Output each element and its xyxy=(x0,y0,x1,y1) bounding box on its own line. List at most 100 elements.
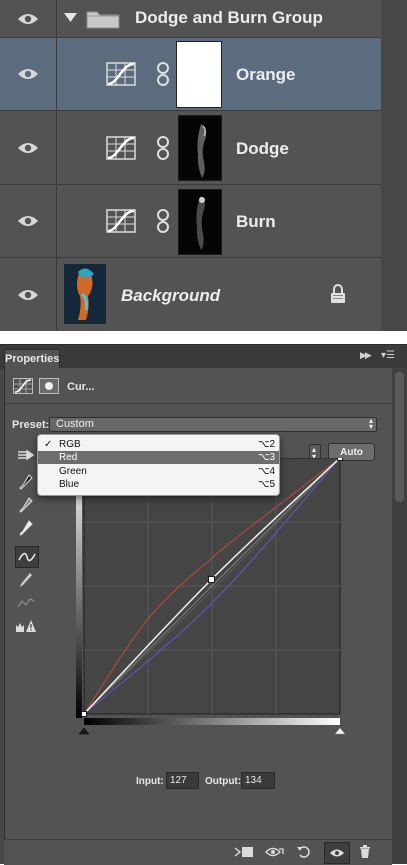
layer-row-background[interactable]: Background xyxy=(0,258,381,331)
on-image-adjust-tool[interactable] xyxy=(15,445,37,465)
gray-point-eyedropper[interactable] xyxy=(15,495,37,515)
output-label: Output: xyxy=(205,776,242,787)
pencil-icon xyxy=(20,573,32,587)
lock-icon xyxy=(331,284,345,303)
menu-item-label: RGB xyxy=(59,439,81,450)
preset-label: Preset: xyxy=(12,419,50,431)
layer-row-orange[interactable]: Orange xyxy=(0,38,381,111)
visibility-toggle[interactable] xyxy=(0,258,57,331)
eye-icon xyxy=(18,289,38,300)
chain-link-icon[interactable] xyxy=(156,209,170,233)
properties-bottom-toolbar xyxy=(4,839,392,865)
disclosure-triangle-icon[interactable] xyxy=(64,13,77,23)
layer-group-name: Dodge and Burn Group xyxy=(135,8,323,27)
menu-item-label: Red xyxy=(59,452,78,463)
input-label: Input: xyxy=(136,776,164,787)
menu-item-label: Green xyxy=(59,466,87,477)
reset-button[interactable] xyxy=(294,845,314,859)
curves-header-icon xyxy=(13,378,33,394)
collapse-panel-icon[interactable]: ▶▶ xyxy=(360,350,372,361)
menu-item-shortcut: ⌥5 xyxy=(258,479,276,490)
folder-icon xyxy=(86,11,120,29)
edit-points-tool[interactable] xyxy=(15,546,39,568)
smooth-icon xyxy=(17,598,35,608)
chain-link-icon[interactable] xyxy=(156,62,170,86)
white-point-eyedropper[interactable] xyxy=(15,518,37,538)
eye-icon xyxy=(18,142,38,153)
visibility-toggle[interactable] xyxy=(0,0,57,37)
menu-item-shortcut: ⌥4 xyxy=(258,466,276,477)
trash-icon xyxy=(360,845,370,858)
panel-tab-bar: Properties ▶▶ ▾☰ xyxy=(0,344,407,369)
properties-title: Cur... xyxy=(67,381,95,393)
layer-row-burn[interactable]: Burn xyxy=(0,185,381,258)
curve-control-point[interactable] xyxy=(337,458,343,461)
visibility-toggle[interactable] xyxy=(0,185,57,257)
smooth-curve-tool[interactable] xyxy=(15,593,37,613)
chain-link-icon[interactable] xyxy=(156,136,170,160)
curves-graph[interactable] xyxy=(76,458,348,764)
menu-item-label: Blue xyxy=(59,479,80,490)
layer-mask-thumbnail[interactable] xyxy=(178,115,222,181)
menu-item-shortcut: ⌥2 xyxy=(258,439,276,450)
channel-popup-menu: ✓ RGB ⌥2 Red ⌥3 Green ⌥4 Blue ⌥5 xyxy=(37,434,280,496)
toggle-visibility-button[interactable] xyxy=(324,842,350,864)
eye-icon xyxy=(18,69,38,79)
preset-dropdown[interactable]: Custom ▴ ▾ xyxy=(49,417,377,432)
view-previous-state-button[interactable] xyxy=(264,845,286,859)
curve-wave-icon xyxy=(18,552,36,562)
eye-previous-icon xyxy=(265,847,284,857)
white-point-slider[interactable] xyxy=(334,727,346,735)
curves-adjustment-icon xyxy=(106,136,136,160)
layer-name: Dodge xyxy=(236,139,289,158)
layer-name: Background xyxy=(121,286,221,305)
mask-circle-icon xyxy=(45,382,53,390)
curve-control-point[interactable] xyxy=(81,711,87,717)
eye-icon xyxy=(330,849,344,857)
eye-icon xyxy=(18,216,38,226)
clipping-warning-icon xyxy=(16,620,36,632)
panel-menu-icon[interactable]: ▾☰ xyxy=(381,350,395,361)
eyedropper-icon xyxy=(19,474,33,490)
visibility-toggle[interactable] xyxy=(0,111,57,184)
curve-control-point[interactable] xyxy=(207,575,215,583)
curves-adjustment-icon xyxy=(106,209,136,233)
clipping-warning-tool[interactable] xyxy=(15,616,37,636)
tab-properties[interactable]: Properties xyxy=(4,349,60,369)
layers-scrollbar[interactable] xyxy=(381,0,407,331)
clip-to-layer-button[interactable] xyxy=(233,845,255,859)
eye-icon xyxy=(18,13,38,24)
output-field[interactable]: 134 xyxy=(241,772,275,789)
layer-thumbnail[interactable] xyxy=(64,264,106,324)
checkmark: ✓ xyxy=(44,439,53,450)
menu-item-rgb[interactable]: ✓ RGB ⌥2 xyxy=(38,438,279,451)
menu-item-green[interactable]: Green ⌥4 xyxy=(38,465,279,478)
scrollbar-thumb[interactable] xyxy=(395,372,404,502)
eyedropper-icon xyxy=(19,520,33,536)
hand-pointer-icon xyxy=(18,449,35,461)
visibility-toggle[interactable] xyxy=(0,38,57,110)
curves-adjustment-icon xyxy=(106,62,136,86)
delete-button[interactable] xyxy=(356,845,374,859)
layer-name: Orange xyxy=(236,65,296,84)
properties-panel: Properties ▶▶ ▾☰ Cur... Preset: Custom ▴… xyxy=(0,344,407,865)
layer-group-row[interactable]: Dodge and Burn Group xyxy=(0,0,381,38)
preset-value: Custom xyxy=(56,418,94,430)
menu-item-blue[interactable]: Blue ⌥5 xyxy=(38,478,279,491)
black-point-slider[interactable] xyxy=(78,727,90,735)
layer-name: Burn xyxy=(236,212,276,231)
black-point-eyedropper[interactable] xyxy=(15,472,37,492)
layers-panel: Dodge and Burn Group Orange Dodge Burn B… xyxy=(0,0,381,331)
curves-icon xyxy=(14,379,32,393)
draw-pencil-tool[interactable] xyxy=(15,570,37,590)
menu-item-shortcut: ⌥3 xyxy=(258,452,276,463)
mask-header-icon[interactable] xyxy=(39,378,59,394)
header-divider xyxy=(5,403,393,404)
eyedropper-icon xyxy=(19,497,33,513)
layer-mask-thumbnail[interactable] xyxy=(176,41,222,108)
layer-mask-thumbnail[interactable] xyxy=(178,189,222,255)
properties-scrollbar[interactable] xyxy=(392,368,407,864)
input-field[interactable]: 127 xyxy=(166,772,199,789)
menu-item-red[interactable]: Red ⌥3 xyxy=(38,451,279,464)
layer-row-dodge[interactable]: Dodge xyxy=(0,111,381,185)
